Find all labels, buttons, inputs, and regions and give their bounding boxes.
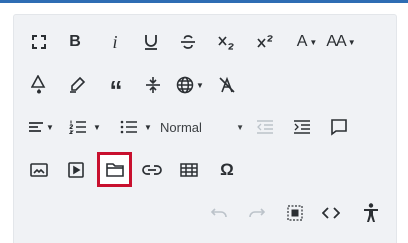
select-all-icon — [287, 205, 303, 221]
fill-color-button[interactable] — [24, 70, 54, 100]
outdent-button[interactable] — [250, 112, 280, 142]
align-icon — [28, 120, 44, 134]
redo-button[interactable] — [242, 198, 272, 228]
select-all-button[interactable] — [280, 198, 310, 228]
clear-formatting-icon — [218, 76, 236, 94]
special-characters-icon: Ω — [220, 160, 234, 179]
superscript-button[interactable] — [251, 27, 281, 57]
special-characters-button[interactable]: Ω — [212, 155, 242, 185]
file-manager-icon — [105, 162, 124, 178]
chevron-down-icon: ▼ — [196, 80, 204, 90]
media-icon — [68, 162, 84, 178]
underline-button[interactable] — [136, 27, 166, 57]
subscript-button[interactable] — [212, 27, 242, 57]
accessibility-button[interactable] — [356, 198, 386, 228]
insert-image-button[interactable] — [24, 155, 54, 185]
clear-formatting-button[interactable] — [212, 70, 242, 100]
undo-icon — [210, 207, 228, 219]
horizontal-rule-button[interactable] — [138, 70, 168, 100]
horizontal-rule-icon — [145, 76, 161, 94]
italic-button[interactable]: i — [100, 27, 130, 57]
bold-icon: B — [69, 33, 81, 50]
paragraph-format-select[interactable]: Normal ▼ — [160, 112, 244, 142]
paragraph-format-value: Normal — [160, 119, 202, 135]
undo-button[interactable] — [204, 198, 234, 228]
accent-bar — [0, 0, 408, 3]
subscript-icon — [217, 34, 237, 50]
highlight-icon — [68, 76, 86, 94]
strikethrough-icon — [180, 34, 196, 50]
underline-icon — [143, 33, 159, 51]
font-size-icon: AA — [326, 33, 346, 50]
strikethrough-button[interactable] — [173, 27, 203, 57]
comment-icon — [330, 118, 348, 136]
bulleted-list-icon — [120, 119, 138, 135]
bulleted-list-button[interactable]: ▼ — [115, 112, 157, 142]
language-icon — [176, 76, 194, 94]
file-manager-button[interactable] — [97, 152, 132, 187]
fullscreen-button[interactable] — [24, 27, 54, 57]
language-button[interactable]: ▼ — [173, 70, 207, 100]
table-icon — [180, 162, 198, 178]
text-color-icon: A — [296, 33, 308, 50]
font-size-button[interactable]: AA ▼ — [326, 27, 356, 57]
insert-media-button[interactable] — [61, 155, 91, 185]
accessibility-icon — [363, 203, 379, 223]
outdent-icon — [256, 119, 274, 135]
indent-icon — [293, 119, 311, 135]
blockquote-icon: “ — [109, 75, 123, 105]
fullscreen-icon — [31, 34, 47, 50]
insert-table-button[interactable] — [174, 155, 204, 185]
numbered-list-button[interactable]: ▼ — [64, 112, 106, 142]
link-icon — [142, 164, 162, 176]
blockquote-button[interactable]: “ — [101, 70, 131, 105]
superscript-icon — [256, 34, 276, 50]
chevron-down-icon: ▼ — [144, 122, 152, 132]
chevron-down-icon: ▼ — [46, 122, 54, 132]
highlight-button[interactable] — [62, 70, 92, 100]
align-button[interactable]: ▼ — [24, 112, 58, 142]
chevron-down-icon: ▼ — [93, 122, 101, 132]
italic-icon: i — [112, 31, 118, 52]
chevron-down-icon: ▼ — [236, 122, 244, 132]
source-code-button[interactable] — [316, 198, 346, 228]
indent-button[interactable] — [287, 112, 317, 142]
insert-link-button[interactable] — [137, 155, 167, 185]
image-icon — [30, 162, 48, 178]
redo-icon — [248, 207, 266, 219]
source-code-icon — [322, 207, 340, 219]
fill-color-icon — [31, 75, 47, 95]
chevron-down-icon: ▼ — [309, 37, 318, 47]
comment-button[interactable] — [324, 112, 354, 142]
numbered-list-icon — [69, 119, 87, 135]
chevron-down-icon: ▼ — [347, 37, 356, 47]
bold-button[interactable]: B — [60, 27, 90, 57]
text-color-button[interactable]: A ▼ — [290, 27, 324, 57]
